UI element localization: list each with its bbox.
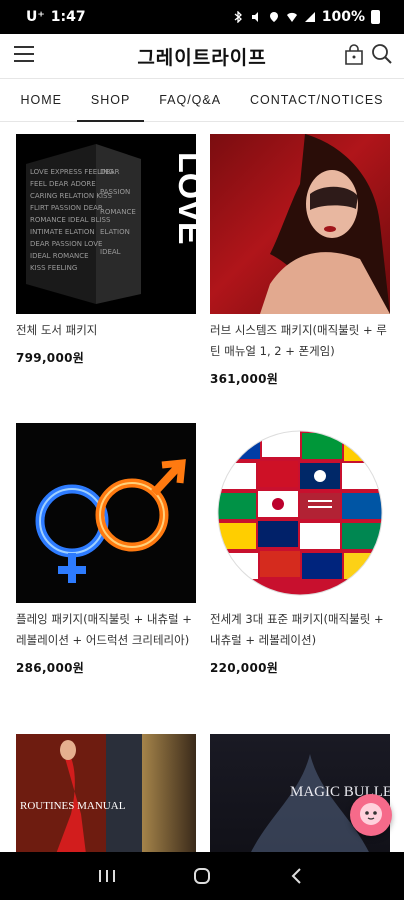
- svg-text:FEEL DEAR ADORE: FEEL DEAR ADORE: [30, 180, 96, 188]
- app-header: 그레이트라이프: [0, 34, 404, 78]
- product-image[interactable]: LOVE EXPRESS FEELING FEEL DEAR ADORE CAR…: [16, 134, 196, 314]
- hamburger-menu-icon[interactable]: [14, 46, 34, 64]
- product-name[interactable]: 러브 시스템즈 패키지(매직불릿 + 루틴 매뉴얼 1, 2 + 폰게임): [210, 320, 390, 362]
- svg-text:IDEAL ROMANCE: IDEAL ROMANCE: [30, 252, 89, 260]
- svg-text:ROMANCE IDEAL BLISS: ROMANCE IDEAL BLISS: [30, 216, 111, 224]
- svg-text:PASSION: PASSION: [100, 188, 130, 196]
- location-icon: [269, 12, 278, 22]
- product-card[interactable]: LOVE EXPRESS FEELING FEEL DEAR ADORE CAR…: [16, 134, 196, 366]
- nav-contact[interactable]: CONTACT/NOTICES: [250, 78, 384, 122]
- mute-icon: [251, 12, 258, 22]
- back-icon: [291, 868, 301, 884]
- product-card[interactable]: 러브 시스템즈 패키지(매직불릿 + 루틴 매뉴얼 1, 2 + 폰게임) 36…: [210, 134, 390, 387]
- bluetooth-icon: [234, 11, 242, 23]
- clock: 1:47: [50, 9, 86, 25]
- status-bar: U⁺ 1:47 100%: [0, 0, 404, 34]
- product-price: 799,000원: [16, 351, 85, 365]
- svg-text:DEAR: DEAR: [100, 168, 120, 176]
- product-image[interactable]: [210, 134, 390, 314]
- chat-button[interactable]: [350, 794, 392, 836]
- shopping-bag-icon[interactable]: [342, 43, 366, 67]
- recent-apps-button[interactable]: [91, 860, 123, 892]
- battery-percent: 100%: [321, 9, 365, 25]
- nav-shop[interactable]: SHOP: [76, 78, 145, 122]
- product-image[interactable]: [210, 423, 390, 603]
- wifi-icon: [286, 12, 297, 22]
- recent-apps-icon: [99, 870, 116, 882]
- product-image[interactable]: [16, 423, 196, 603]
- svg-text:KISS FEELING: KISS FEELING: [30, 264, 77, 272]
- site-title[interactable]: 그레이트라이프: [137, 43, 266, 70]
- nav-faq[interactable]: FAQ/Q&A: [159, 78, 221, 122]
- chat-bubble-icon: [360, 803, 382, 825]
- product-name[interactable]: 전체 도서 패키지: [16, 320, 196, 341]
- carrier-label: U⁺: [26, 9, 45, 25]
- book-cover-text: ROUTINES MANUAL: [20, 800, 126, 812]
- nav-home[interactable]: HOME: [20, 78, 62, 122]
- product-name[interactable]: 플레잉 패키지(매직불릿 + 내츄럴 + 레볼레이션 + 어드럭션 크리테리아): [16, 609, 196, 651]
- home-icon: [193, 868, 210, 884]
- svg-text:FLIRT PASSION DEAR: FLIRT PASSION DEAR: [30, 204, 103, 212]
- svg-text:ROMANCE: ROMANCE: [100, 208, 136, 216]
- svg-text:ELATION: ELATION: [100, 228, 130, 236]
- love-cover-text: LOVE: [171, 152, 196, 245]
- system-nav-bar: [0, 852, 404, 900]
- svg-text:IDEAL: IDEAL: [100, 248, 121, 256]
- back-button[interactable]: [281, 860, 313, 892]
- product-card[interactable]: 전세계 3대 표준 패키지(매직불릿 + 내츄럴 + 레볼레이션) 220,00…: [210, 423, 390, 676]
- search-icon[interactable]: [370, 42, 394, 66]
- main-nav: HOME SHOP FAQ/Q&A CONTACT/NOTICES: [0, 78, 404, 122]
- product-price: 220,000원: [210, 661, 279, 675]
- signal-icon: [304, 12, 315, 22]
- battery-icon: [371, 10, 380, 24]
- product-price: 286,000원: [16, 661, 85, 675]
- svg-text:DEAR PASSION LOVE: DEAR PASSION LOVE: [30, 240, 102, 248]
- product-name[interactable]: 전세계 3대 표준 패키지(매직불릿 + 내츄럴 + 레볼레이션): [210, 609, 390, 651]
- product-price: 361,000원: [210, 372, 279, 386]
- svg-text:INTIMATE ELATION: INTIMATE ELATION: [30, 228, 95, 236]
- product-card[interactable]: 플레잉 패키지(매직불릿 + 내츄럴 + 레볼레이션 + 어드럭션 크리테리아)…: [16, 423, 196, 676]
- home-button[interactable]: [186, 860, 218, 892]
